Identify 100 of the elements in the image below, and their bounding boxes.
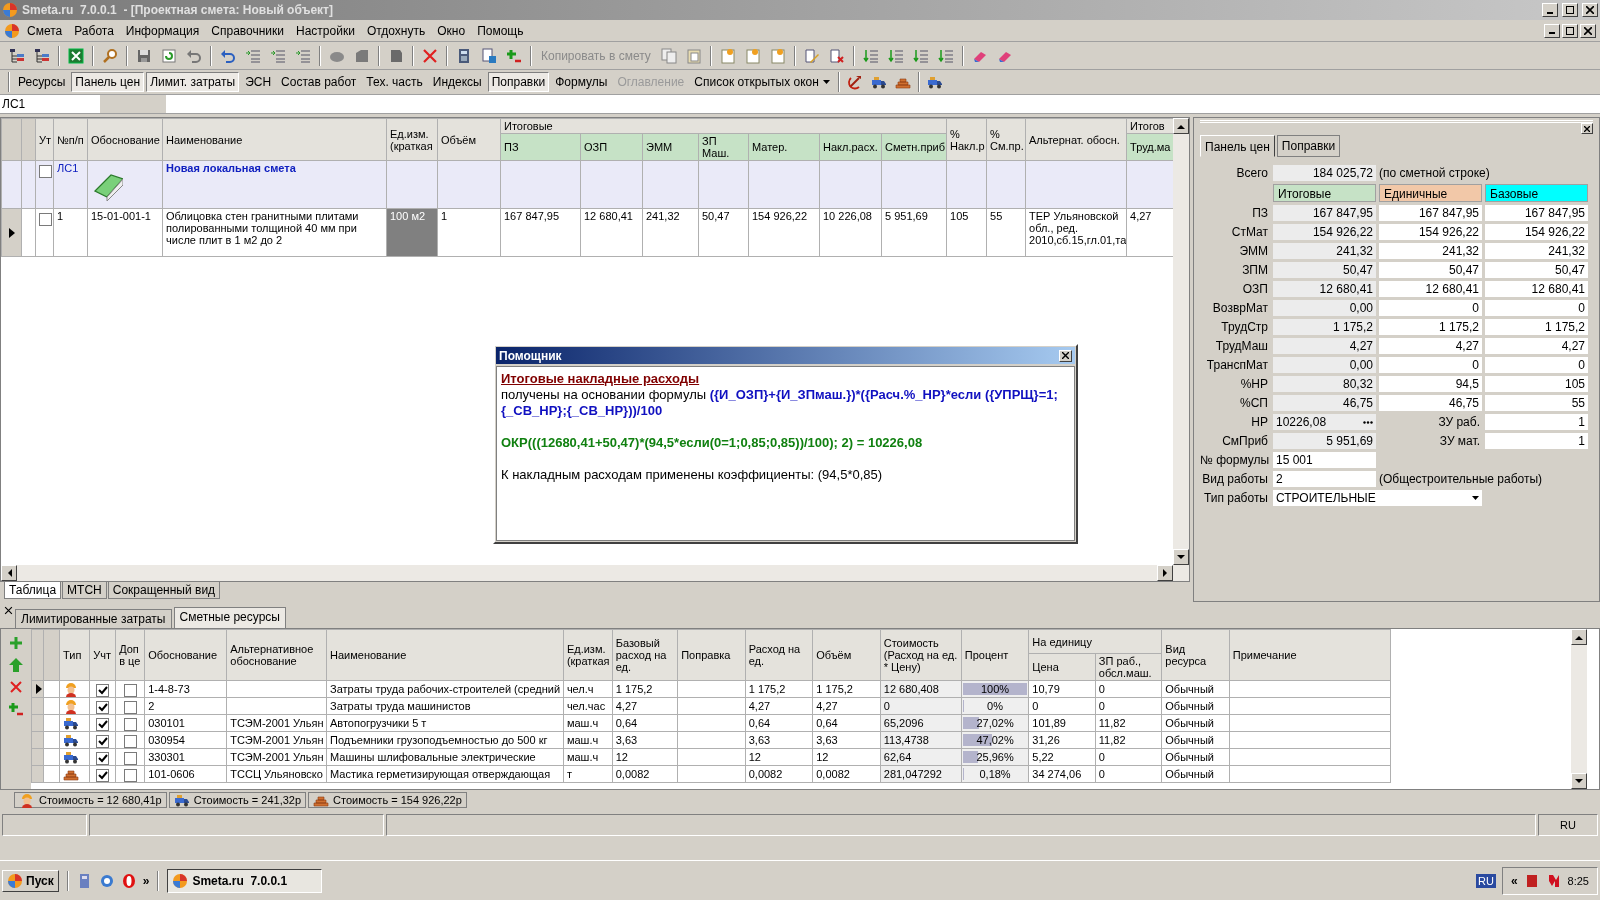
checkbox[interactable] [123,684,137,697]
value-field: 0 [1379,300,1482,316]
close-icon [1062,352,1069,359]
maximize-button[interactable] [1562,3,1578,17]
work-type-dropdown[interactable]: СТРОИТЕЛЬНЫЕ [1273,490,1482,506]
column-header[interactable]: №п/п [53,118,88,161]
column-header[interactable]: Ед.изм. (краткая [386,118,438,161]
panel-toggle-button[interactable]: Панель цен [71,72,145,92]
column-header[interactable]: Объём [437,118,501,161]
column-header[interactable]: Наименование [162,118,387,161]
minimize-button[interactable] [1542,3,1558,17]
menu-item[interactable]: Смета [22,21,68,40]
panel-toggle-button[interactable]: ЭСН [241,72,276,92]
column-header[interactable]: Объём [812,629,881,681]
column-header[interactable]: ЗП раб., обсл.маш. [1095,653,1162,681]
view-tab[interactable]: Таблица [4,582,62,599]
column-header[interactable]: Обоснование [144,629,227,681]
value-field[interactable]: 1 [1485,414,1588,430]
panel-toggle-button[interactable]: Лимит. затраты [146,72,240,92]
menu-item[interactable]: Окно [432,21,471,40]
close-button[interactable] [1581,123,1593,134]
column-header[interactable]: Обоснование [87,118,163,161]
checkbox[interactable] [96,684,110,697]
panel-toggle-button[interactable]: Индексы [428,72,486,92]
maximize-button[interactable] [1562,23,1578,38]
scroll-up-button[interactable] [1173,118,1189,134]
column-header[interactable]: Альтернат. обосн. [1025,118,1127,161]
column-header[interactable]: Наименование [326,629,564,681]
column-header[interactable]: Стоимость (Расход на ед. * Цену) [880,629,962,681]
column-header[interactable]: Процент [961,629,1029,681]
taskbar-button[interactable]: Smeta.ru 7.0.0.1 [167,868,323,893]
scroll-left-button[interactable] [1,565,17,581]
value-field[interactable]: 2 [1273,471,1376,487]
minimize-button[interactable] [1544,23,1560,38]
column-header[interactable]: Вид ресурса [1161,629,1230,681]
column-header[interactable]: % Накл.р [946,118,987,161]
checkbox[interactable] [39,165,52,178]
column-header[interactable]: Матер. [748,133,820,161]
field-label: Всего [1235,166,1269,180]
menu-item[interactable]: Информация [120,21,205,40]
panel-toggle-button[interactable]: Ресурсы [14,72,70,92]
checkbox[interactable] [123,735,137,748]
value-field[interactable]: 15 001 [1273,452,1376,468]
scroll-right-button[interactable] [1157,565,1173,581]
panel-tab[interactable]: Поправки [1276,135,1341,157]
tray-toggle[interactable]: « [1510,873,1518,888]
menu-item[interactable]: Справочники [206,21,290,40]
checkbox[interactable] [96,769,110,782]
close-button[interactable] [1059,349,1072,362]
scroll-down-button[interactable] [1173,549,1189,565]
panel-toggle-button[interactable]: Поправки [487,72,550,92]
column-header[interactable]: Тип [59,629,90,681]
truck-icon [173,792,190,808]
checkbox[interactable] [123,752,137,765]
panel-tab[interactable]: Панель цен [1200,135,1275,157]
close-button[interactable] [1582,3,1598,17]
checkbox[interactable] [39,213,52,226]
column-header[interactable]: % См.пр. [986,118,1026,161]
column-header[interactable]: Ед.изм. (краткая [563,629,613,681]
column-header[interactable]: Поправка [677,629,746,681]
language-indicator[interactable]: RU [1476,873,1496,888]
column-header[interactable]: Сметн.приб [881,133,947,161]
column-header[interactable]: Примечание [1229,629,1391,681]
table-cell: Обычный [1161,697,1230,715]
column-header[interactable]: Учт [89,629,116,681]
table-cell: 4,27 [745,697,813,715]
scroll-up-button[interactable] [1571,629,1587,645]
column-header[interactable]: Базовый расход на ед. [612,629,678,681]
view-tab[interactable]: МТСН [62,582,107,599]
resource-tab[interactable]: Лимитированные затраты [15,609,172,628]
checkbox[interactable] [96,752,110,765]
column-header[interactable]: ПЗ [500,133,581,161]
resource-tab[interactable]: Сметные ресурсы [173,607,286,628]
menu-item[interactable]: Помощь [472,21,529,40]
panel-toggle-button[interactable]: Состав работ [277,72,361,92]
start-button[interactable]: Пуск [2,869,59,892]
column-header[interactable]: Доп в це [115,629,145,681]
close-button[interactable] [1580,23,1596,38]
column-header[interactable]: Расход на ед. [745,629,813,681]
checkbox[interactable] [96,701,110,714]
checkbox[interactable] [123,718,137,731]
panel-toggle-button[interactable]: Формулы [551,72,612,92]
checkbox[interactable] [123,769,137,782]
more-icon[interactable]: » [142,873,150,888]
ellipsis-icon[interactable] [1363,420,1373,424]
checkbox[interactable] [96,718,110,731]
value-field[interactable]: 10226,08 [1273,414,1376,430]
column-header[interactable]: Альтернативное обоснование [226,629,327,681]
caret-icon[interactable] [1472,496,1479,500]
open-windows-dropdown[interactable]: Список открытых окон [690,72,834,92]
menu-item[interactable]: Настройки [291,21,360,40]
checkbox[interactable] [96,735,110,748]
column-header[interactable]: Цена [1028,653,1096,681]
panel-toggle-button[interactable]: Тех. часть [362,72,427,92]
view-tab[interactable]: Сокращенный вид [107,582,221,599]
menu-item[interactable]: Работа [69,21,119,40]
value-field[interactable]: 1 [1485,433,1588,449]
checkbox[interactable] [123,701,137,714]
scroll-down-button[interactable] [1571,773,1587,789]
menu-item[interactable]: Отдохнуть [361,21,431,40]
